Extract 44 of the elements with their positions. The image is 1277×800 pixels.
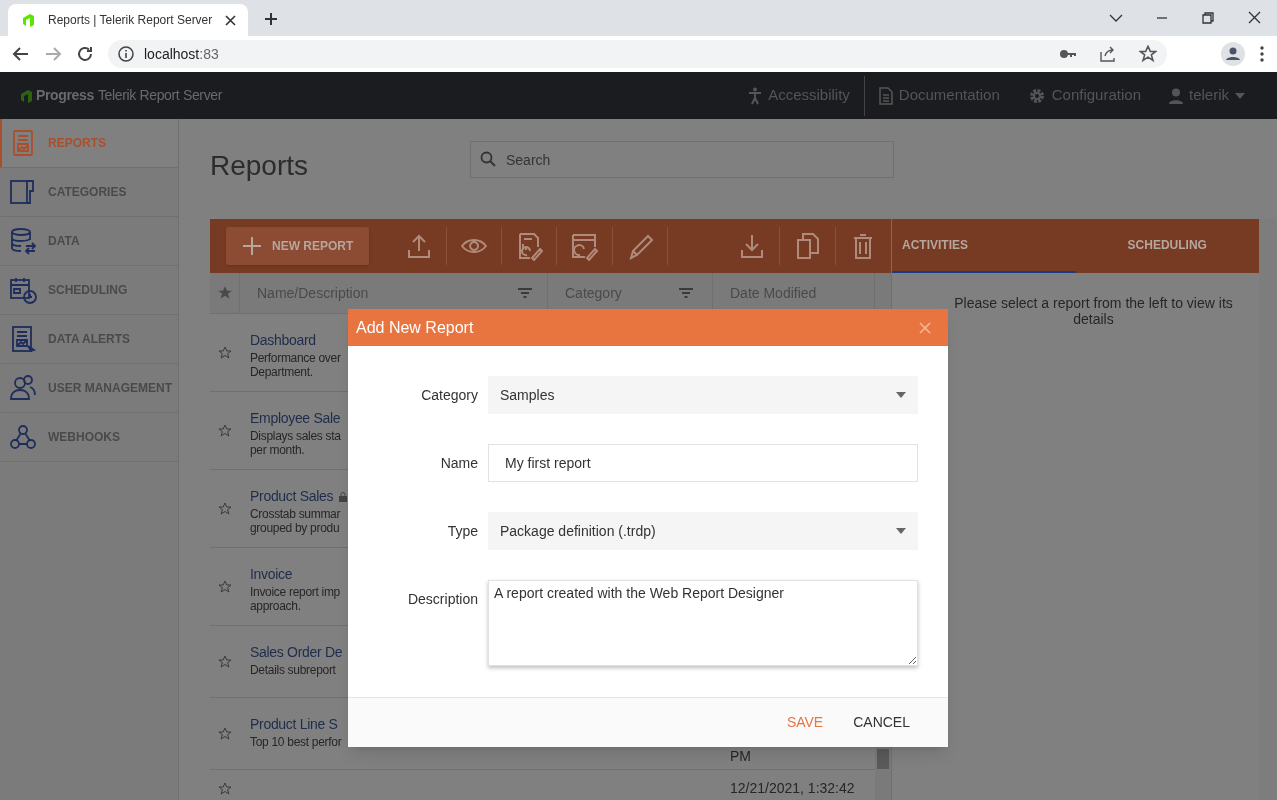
report-description: Invoice report imp <box>250 585 340 599</box>
field-label: Description <box>406 590 478 609</box>
report-name[interactable]: Invoice <box>250 564 293 585</box>
url-text: localhost:83 <box>144 44 220 64</box>
report-description: Top 10 best perfor <box>250 735 342 749</box>
user-menu[interactable]: telerik <box>1155 84 1259 107</box>
report-name[interactable]: Product Line S <box>250 714 338 735</box>
address-bar[interactable]: localhost:83 <box>108 40 1167 68</box>
header-link[interactable]: Documentation <box>864 84 1014 107</box>
page-title: Reports <box>210 149 310 183</box>
report-name[interactable]: Sales Order De <box>250 642 343 663</box>
date-cell-text: 12/21/2021, 1:32:42 <box>730 779 855 798</box>
description-field[interactable]: A report created with the Web Report Designer <box>488 580 918 666</box>
report-description: Displays sales sta <box>250 429 341 443</box>
field-label: Name <box>439 453 478 473</box>
search-field[interactable]: Search <box>470 141 894 178</box>
field-label: Type <box>446 521 478 541</box>
report-name[interactable]: Employee Sale <box>250 408 341 429</box>
report-name[interactable]: Product Sales <box>250 486 334 507</box>
field-label: Category <box>420 385 478 405</box>
report-name[interactable]: Dashboard <box>250 330 316 351</box>
brand-name: Progress <box>36 86 94 105</box>
report-description: Department. <box>250 365 313 379</box>
dialog-title: Add New Report <box>356 317 474 338</box>
header-link[interactable]: Configuration <box>1013 84 1155 107</box>
save-button[interactable]: SAVE <box>778 706 832 739</box>
panel-tab[interactable]: ACTIVITIES <box>892 219 1076 273</box>
report-description: Crosstab summar <box>250 507 341 521</box>
empty-message: Please select a report from the left to view its details <box>953 295 1234 327</box>
new-report-button[interactable]: NEW REPORT <box>226 227 370 265</box>
header-link[interactable]: Accessibility <box>734 75 865 116</box>
report-description: per month. <box>250 443 305 457</box>
date-cell-text: PM <box>730 747 751 766</box>
report-description: grouped by produ <box>250 521 340 535</box>
name-field[interactable]: My first report <box>488 444 918 482</box>
browser-tab[interactable]: Reports | Telerik Report Server <box>8 4 248 36</box>
panel-tab[interactable]: SCHEDULING <box>1075 219 1259 273</box>
cancel-button[interactable]: CANCEL <box>845 706 918 739</box>
dropdown[interactable]: Samples <box>488 376 918 414</box>
report-description: Details subreport <box>250 663 336 677</box>
dropdown[interactable]: Package definition (.trdp) <box>488 512 918 550</box>
product-name: Telerik Report Server <box>97 86 223 105</box>
report-description: approach. <box>250 599 301 613</box>
report-description: Performance over <box>250 351 341 365</box>
